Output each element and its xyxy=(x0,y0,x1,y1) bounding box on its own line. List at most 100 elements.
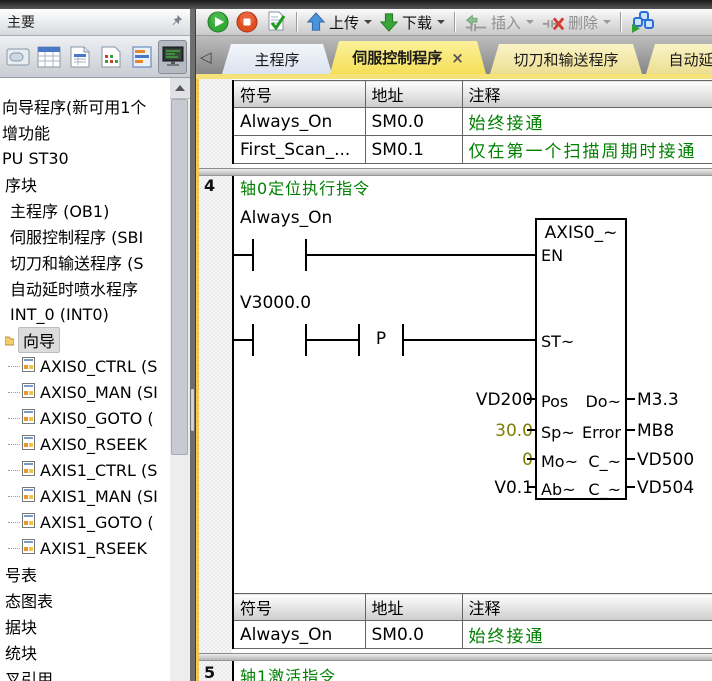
tree-item-main-ob1[interactable]: 主程序 (OB1) xyxy=(0,197,170,223)
program-status-button[interactable] xyxy=(628,10,656,34)
wizard-block-icon xyxy=(22,435,35,454)
table-icon[interactable] xyxy=(34,40,63,74)
scrollbar-thumb[interactable] xyxy=(171,99,188,455)
folder-icon xyxy=(5,331,14,350)
splitter-handle[interactable] xyxy=(191,389,194,431)
operand-mode[interactable]: 0 xyxy=(522,450,533,470)
tree-item-cpu[interactable]: PU ST30 xyxy=(0,145,170,171)
tree-item-data-block[interactable]: 据块 xyxy=(0,613,170,639)
tree-item-wizards-folder[interactable]: 向导 xyxy=(0,327,170,353)
operand-done[interactable]: M3.3 xyxy=(637,390,679,410)
tree-item-cross-reference[interactable]: 叉引用 xyxy=(0,665,170,681)
tree-item-status-chart[interactable]: 态图表 xyxy=(0,587,170,613)
operand-speed[interactable]: 30.0 xyxy=(495,421,533,441)
operand-cspeed[interactable]: VD504 xyxy=(637,478,694,498)
download-button[interactable]: 下载 xyxy=(377,11,447,34)
tree-item-int0[interactable]: INT_0 (INT0) xyxy=(0,301,170,327)
tree-item-cutter-program[interactable]: 切刀和输送程序 (S xyxy=(0,249,170,275)
project-tree: 向导程序(新可用1个 增功能 PU ST30 序块 主程序 (OB1) 伺服控制… xyxy=(0,78,170,681)
table-row: Always_On SM0.0 始终接通 xyxy=(233,108,712,136)
wizard-block-icon xyxy=(22,383,35,402)
pin-sp: Sp~ xyxy=(541,423,575,442)
pin-mo: Mo~ xyxy=(541,452,578,471)
sidebar-titlebar: 主要 xyxy=(0,9,190,36)
stop-button[interactable] xyxy=(234,10,260,34)
delete-dropdown-caret[interactable] xyxy=(603,20,611,24)
tree-item-servo-program[interactable]: 伺服控制程序 (SBI xyxy=(0,223,170,249)
cross-ref-doc-icon[interactable] xyxy=(127,40,156,74)
tab-servo-program[interactable]: 伺服控制程序 × xyxy=(330,41,486,74)
tab-cutter-program[interactable]: 切刀和输送程序 xyxy=(490,44,642,74)
delete-button[interactable]: 删除 xyxy=(539,11,613,34)
col-symbol: 符号 xyxy=(233,81,365,108)
wizard-block-icon xyxy=(22,487,35,506)
scroll-up-button[interactable] xyxy=(170,78,190,99)
tree-item-symbol-table[interactable]: 号表 xyxy=(0,561,170,587)
tree-item-axis0-ctrl[interactable]: AXIS0_CTRL (S xyxy=(0,353,170,379)
operand-cpos[interactable]: VD500 xyxy=(637,450,694,470)
col-address: 地址 xyxy=(365,594,462,621)
contact2-open[interactable] xyxy=(252,324,254,356)
axis0-function-block[interactable]: AXIS0_~ EN ST~ Pos Sp~ Mo~ Ab~ Do~ Error… xyxy=(535,218,627,500)
tree-item-add-function[interactable]: 增功能 xyxy=(0,119,170,145)
tree-item-axis0-man[interactable]: AXIS0_MAN (SI xyxy=(0,379,170,405)
power-rail xyxy=(232,174,234,594)
data-doc-icon[interactable] xyxy=(96,40,125,74)
compile-button[interactable] xyxy=(263,10,289,34)
table-row: First_Scan_... SM0.1 仅在第一个扫描周期时接通 xyxy=(233,136,712,164)
tree-item-axis1-rseek[interactable]: AXIS1_RSEEK xyxy=(0,535,170,561)
tree-scrollbar[interactable] xyxy=(170,78,190,681)
symbol-table-top: 符号 地址 注释 Always_On SM0.0 始终接通 First_Scan… xyxy=(232,80,712,164)
tree-item-axis1-goto[interactable]: AXIS1_GOTO ( xyxy=(0,509,170,535)
wizard-block-icon xyxy=(22,539,35,558)
contact1-open[interactable] xyxy=(252,239,254,271)
upload-button[interactable]: 上传 xyxy=(304,11,374,34)
document-tabbar: ◁ 主程序 伺服控制程序 × 切刀和输送程序 自动延 xyxy=(196,36,712,74)
operand-abs[interactable]: V0.1 xyxy=(494,478,533,498)
tree-item-system-block[interactable]: 统块 xyxy=(0,639,170,665)
operand-error[interactable]: MB8 xyxy=(637,421,674,441)
tag-icon[interactable] xyxy=(3,40,32,74)
pin-c2: C_~ xyxy=(588,480,621,499)
window-top-strip xyxy=(0,0,712,9)
contact1-label: Always_On xyxy=(240,208,332,228)
tree-item-axis0-rseek[interactable]: AXIS0_RSEEK xyxy=(0,431,170,457)
upload-dropdown-caret[interactable] xyxy=(364,20,372,24)
toolbar-separator xyxy=(454,12,455,32)
pin-pos: Pos xyxy=(541,392,568,411)
tab-auto-delay-program[interactable]: 自动延 xyxy=(646,44,712,74)
pin-st: ST~ xyxy=(541,332,574,351)
operand-pos[interactable]: VD200 xyxy=(476,390,533,410)
ladder-editor[interactable]: 符号 地址 注释 Always_On SM0.0 始终接通 First_Scan… xyxy=(196,74,712,681)
tree-item-axis1-ctrl[interactable]: AXIS1_CTRL (S xyxy=(0,457,170,483)
col-comment: 注释 xyxy=(462,81,712,108)
monitor-icon[interactable] xyxy=(158,40,187,74)
run-button[interactable] xyxy=(205,10,231,34)
project-tree-panel: 主要 向导程序(新可用1个 增功能 PU ST30 序块 主程序 (OB1) xyxy=(0,9,190,681)
tab-scroll-left-icon[interactable]: ◁ xyxy=(200,48,212,66)
tab-close-icon[interactable]: × xyxy=(451,49,464,67)
pin-ab: Ab~ xyxy=(541,480,576,499)
tree-item-spray-program[interactable]: 自动延时喷水程序 xyxy=(0,275,170,301)
network-separator xyxy=(199,653,712,661)
tree-item-axis0-goto[interactable]: AXIS0_GOTO ( xyxy=(0,405,170,431)
block-doc-icon[interactable] xyxy=(65,40,94,74)
insert-dropdown-caret[interactable] xyxy=(526,20,534,24)
main-toolbar: 上传 下载 插入 删除 xyxy=(196,9,712,36)
block-title: AXIS0_~ xyxy=(537,223,625,243)
download-dropdown-caret[interactable] xyxy=(437,20,445,24)
tree-item-program-blocks[interactable]: 序块 xyxy=(0,171,170,197)
wizard-block-icon xyxy=(22,409,35,428)
wizard-block-icon xyxy=(22,513,35,532)
active-tab-strip xyxy=(196,74,712,79)
toolbar-separator xyxy=(296,12,297,32)
pushpin-icon[interactable] xyxy=(170,14,183,31)
network-margin xyxy=(199,74,232,681)
col-address: 地址 xyxy=(365,81,462,108)
insert-button[interactable]: 插入 xyxy=(462,11,536,34)
sidebar-icon-toolbar xyxy=(0,36,190,78)
edge-contact[interactable] xyxy=(358,324,360,356)
tab-main-program[interactable]: 主程序 xyxy=(222,44,332,74)
tree-item-axis1-man[interactable]: AXIS1_MAN (SI xyxy=(0,483,170,509)
tree-item-wizard-programs[interactable]: 向导程序(新可用1个 xyxy=(0,93,170,119)
